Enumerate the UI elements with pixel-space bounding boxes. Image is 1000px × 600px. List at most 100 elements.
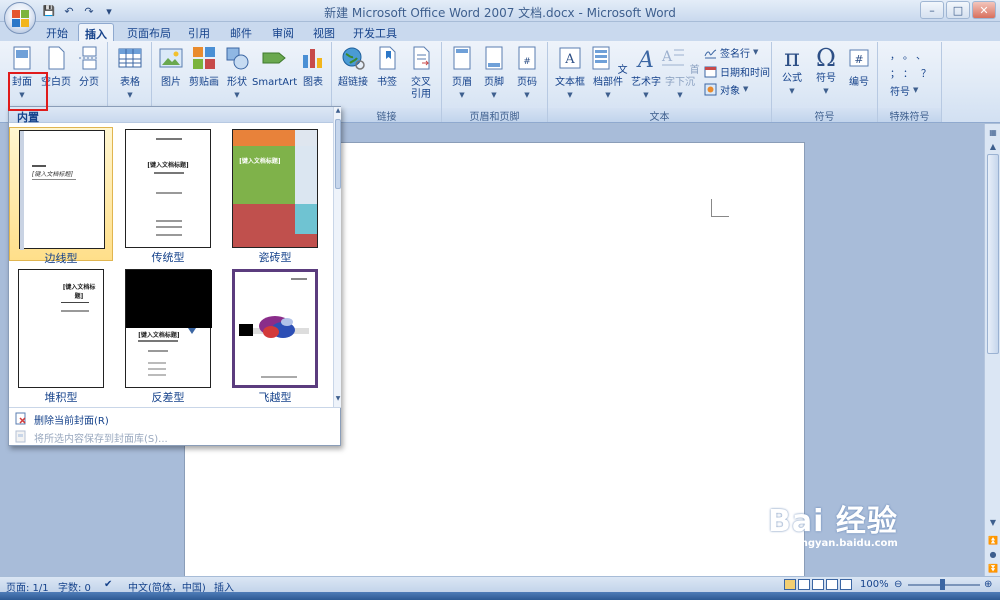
chart-button[interactable]: 图表 [298,45,328,89]
office-button[interactable] [4,2,36,34]
scroll-down-icon[interactable]: ▼ [986,516,1000,530]
minimize-button[interactable]: – [920,1,944,19]
wordart-button[interactable]: A 艺术字 ▼ [628,45,664,101]
special-symbol-dropdown[interactable]: 符号 ▼ [890,82,918,98]
gallery-header-builtin: 内置 [9,107,333,124]
cover-template-label: 飞越型 [258,391,292,404]
cover-page-gallery: 内置 [键入文档标题] 边线型 [键入文档标题] 传统型 [键入文档标题] 瓷砖… [8,106,341,446]
zoom-slider-thumb[interactable] [940,579,945,590]
textbox-button[interactable]: A 文本框 ▼ [552,45,588,101]
proofing-icon[interactable]: ✔ [104,579,112,590]
object-button[interactable]: 对象 ▼ [704,81,748,97]
page-break-label: 分页 [79,77,99,88]
zoom-level[interactable]: 100% [860,579,889,590]
outline-view-icon[interactable] [826,579,838,590]
date-time-button[interactable]: 日期和时间 [704,63,770,79]
chevron-down-icon: ▼ [789,87,795,95]
cross-reference-label-2: 引用 [411,89,431,100]
clipart-button[interactable]: 剪贴画 [186,45,222,89]
tab-view[interactable]: 视图 [307,23,341,41]
cover-template-label: 边线型 [44,252,78,265]
cover-template-stacks[interactable]: [键入文档标题] 堆积型 [9,267,113,404]
draft-view-icon[interactable] [840,579,852,590]
quick-parts-button[interactable]: 文档部件 ▼ [588,45,628,101]
object-label: 对象 [720,85,740,97]
number-button[interactable]: # 编号 [844,45,874,89]
tab-review[interactable]: 审阅 [266,23,300,41]
save-to-cover-gallery-label: 将所选内容保存到封面库(S)... [34,434,168,445]
bookmark-label: 书签 [377,77,397,88]
view-buttons [784,579,852,590]
scroll-up-icon[interactable]: ▲ [334,107,342,117]
symbol-button[interactable]: Ω 符号 ▼ [810,45,842,97]
cover-template-contrast[interactable]: [键入文档标题] 反差型 [116,267,220,404]
smartart-button[interactable]: SmartArt [252,45,297,89]
picture-button[interactable]: 图片 [156,45,186,89]
scroll-up-icon[interactable]: ▲ [986,140,1000,154]
cover-template-tiles[interactable]: [键入文档标题] 瓷砖型 [223,127,327,264]
web-layout-view-icon[interactable] [812,579,824,590]
chevron-down-icon: ▼ [459,91,465,99]
table-label: 表格 [120,77,140,88]
chevron-down-icon: ▼ [913,86,919,94]
cover-template-sideline[interactable]: [键入文档标题] 边线型 [9,127,113,265]
signature-line-button[interactable]: 签名行 ▼ [704,44,758,60]
page-break-button[interactable]: 分页 [74,45,104,89]
chevron-down-icon: ▼ [605,91,611,99]
browse-object-icon[interactable]: ● [986,548,1000,562]
next-page-icon[interactable]: ⏬ [986,562,1000,576]
special-symbols-row-1[interactable]: ，。、 [890,46,934,62]
thumb-title: [键入文档标题] [32,171,73,178]
svg-text:A: A [661,49,673,65]
scroll-thumb[interactable] [987,154,999,354]
full-screen-reading-icon[interactable] [798,579,810,590]
windows-taskbar [0,592,1000,600]
print-layout-view-icon[interactable] [784,579,796,590]
previous-page-icon[interactable]: ⏫ [986,534,1000,548]
cover-page-icon [13,46,31,70]
tab-references[interactable]: 引用 [182,23,216,41]
tab-insert[interactable]: 插入 [78,23,114,41]
group-header-footer: 页眉 ▼ 页脚 ▼ # 页码 ▼ 页眉和页脚 [442,42,548,123]
quick-parts-icon [592,46,610,70]
group-label-header-footer: 页眉和页脚 [442,108,547,123]
close-button[interactable]: ✕ [972,1,996,19]
special-symbols-row-2[interactable]: ；：？ [890,64,939,80]
tab-mailings[interactable]: 邮件 [224,23,258,41]
equation-button[interactable]: π 公式 ▼ [776,45,808,97]
thumb-title: [键入文档标题] [62,284,96,300]
cross-reference-label-1: 交叉 [411,77,431,88]
footer-label: 页脚 [484,77,504,88]
remove-cover-icon [15,412,26,425]
gallery-scrollbar[interactable]: ▲ ▼ [333,107,341,407]
cover-thumbnail: [键入文档标题] [19,130,105,250]
page-number-icon: # [518,46,536,70]
tab-page-layout[interactable]: 页面布局 [124,23,174,41]
gallery-scroll-thumb[interactable] [335,119,341,189]
tab-home[interactable]: 开始 [40,23,74,41]
header-button[interactable]: 页眉 ▼ [446,45,478,101]
maximize-button[interactable]: □ [946,1,970,19]
remove-cover-page-menu-item[interactable]: 删除当前封面(R) [9,409,341,427]
shapes-button[interactable]: 形状 ▼ [222,45,252,101]
vertical-scrollbar[interactable]: ▦ ▲ ▼ ⏫ ● ⏬ [984,124,1000,576]
thumb-title: [键入文档标题] [147,162,189,169]
cross-reference-button[interactable]: 交叉 引用 [404,45,438,101]
drop-cap-button[interactable]: A 首字下沉 ▼ [660,45,700,101]
table-button[interactable]: 表格 ▼ [114,45,146,101]
scroll-down-icon[interactable]: ▼ [334,395,342,405]
chevron-down-icon: ▼ [491,91,497,99]
chevron-down-icon: ▼ [643,91,649,99]
bookmark-button[interactable]: 书签 [372,45,402,89]
save-to-cover-gallery-menu-item[interactable]: 将所选内容保存到封面库(S)... [9,427,341,445]
tab-developer[interactable]: 开发工具 [350,23,400,41]
cover-template-traditional[interactable]: [键入文档标题] 传统型 [116,127,220,264]
cover-template-motion[interactable]: 飞越型 [223,267,327,404]
zoom-in-icon[interactable]: ⊕ [984,579,992,590]
zoom-out-icon[interactable]: ⊖ [894,579,902,590]
footer-button[interactable]: 页脚 ▼ [478,45,510,101]
page-number-button[interactable]: # 页码 ▼ [510,45,544,101]
chevron-down-icon: ▼ [127,91,133,99]
hyperlink-button[interactable]: 超链接 [336,45,370,89]
ruler-toggle-icon[interactable]: ▦ [986,126,1000,140]
